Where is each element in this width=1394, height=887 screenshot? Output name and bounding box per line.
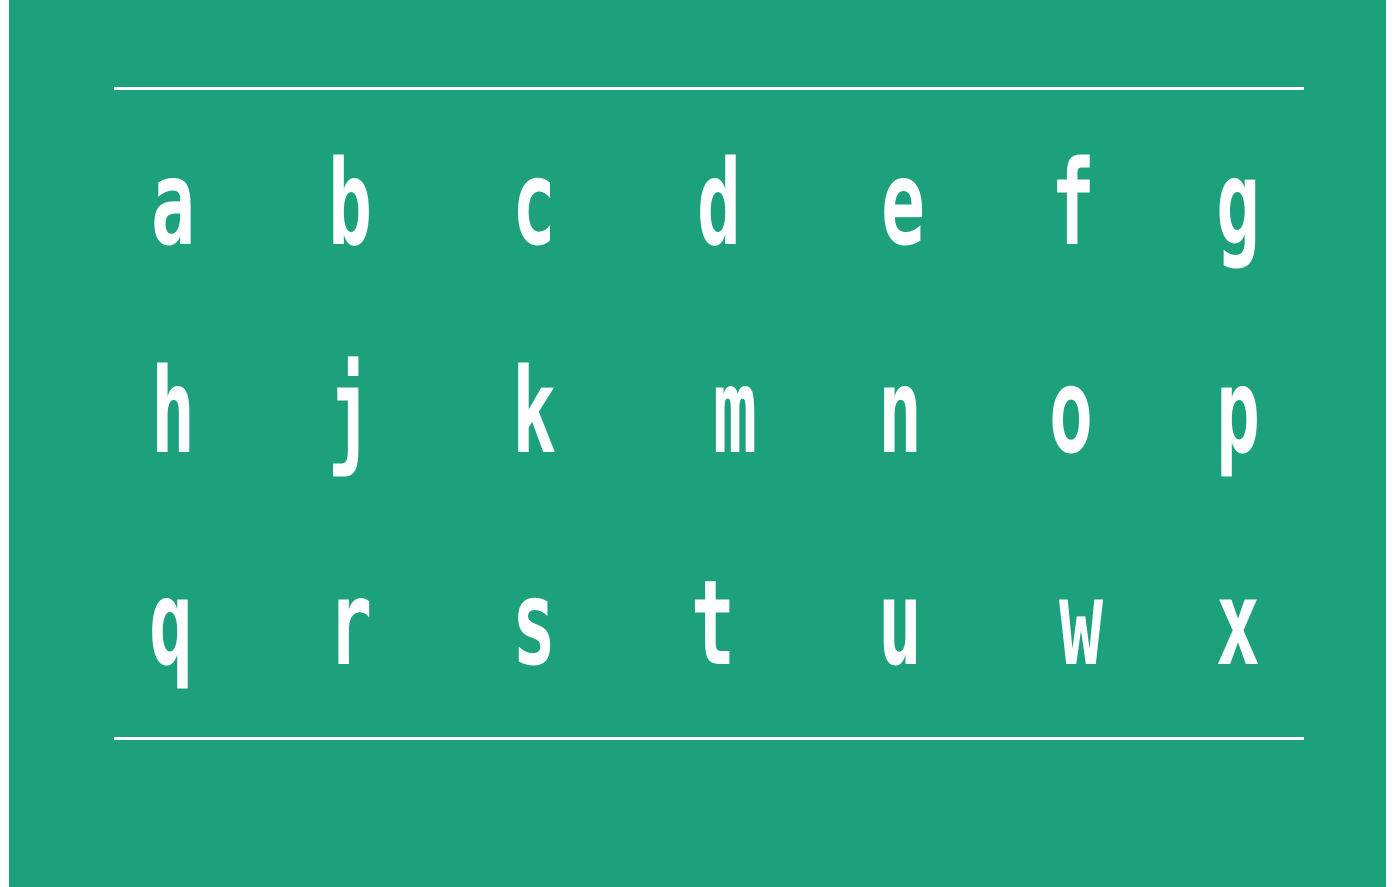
glyph: t	[690, 554, 736, 692]
glyph: n	[877, 342, 923, 480]
glyph: r	[327, 554, 373, 692]
glyph: o	[1048, 342, 1094, 480]
glyph: u	[877, 554, 923, 692]
glyph: p	[1215, 342, 1261, 480]
glyph: c	[511, 134, 557, 272]
top-divider	[114, 87, 1304, 90]
glyph: f	[1050, 134, 1096, 272]
glyph: b	[327, 134, 373, 272]
glyph: g	[1215, 134, 1261, 272]
glyph: q	[148, 554, 194, 692]
glyph: e	[880, 134, 926, 272]
glyph: s	[511, 554, 557, 692]
specimen-panel: a b c d e f g h j k m n o p q r s t u w …	[9, 0, 1386, 887]
glyph: x	[1215, 554, 1261, 692]
glyph: d	[696, 134, 742, 272]
bottom-divider	[114, 737, 1304, 740]
glyph: m	[712, 342, 758, 480]
glyph: j	[327, 342, 373, 480]
glyph: w	[1058, 554, 1104, 692]
glyph: a	[150, 134, 196, 272]
glyph: h	[150, 342, 196, 480]
glyph: k	[511, 342, 557, 480]
